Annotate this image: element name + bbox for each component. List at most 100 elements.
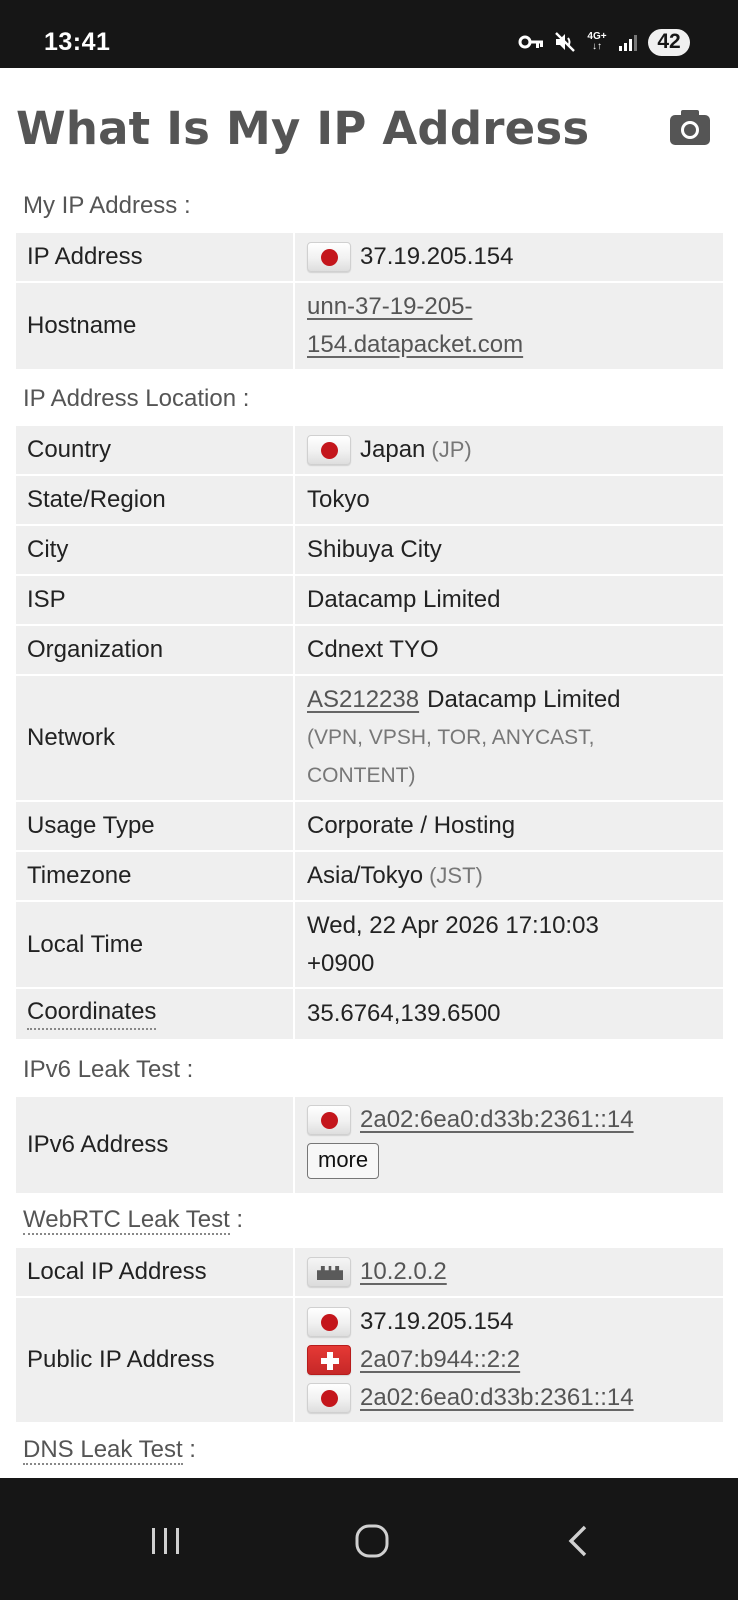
isp-value: Datacamp Limited <box>307 586 501 613</box>
row-key: Network <box>16 676 293 800</box>
hostname-link[interactable]: unn-37-19-205- <box>307 293 472 321</box>
ipv6-table: IPv6 Address 2a02:6ea0:d33b:2361::14 mor… <box>16 1097 723 1193</box>
japan-flag-icon <box>307 242 351 272</box>
table-row-hostname: Hostname unn-37-19-205- 154.datapacket.c… <box>16 283 723 369</box>
local-ip-link[interactable]: 10.2.0.2 <box>360 1258 447 1286</box>
ip-address-value: 37.19.205.154 <box>360 243 514 270</box>
row-key: Organization <box>16 626 293 674</box>
hostname-link-continued[interactable]: 154.datapacket.com <box>307 331 523 359</box>
row-value: Shibuya City <box>295 526 723 574</box>
row-key: State/Region <box>16 476 293 524</box>
coordinates-key[interactable]: Coordinates <box>27 998 157 1030</box>
table-row-usage-type: Usage Type Corporate / Hosting <box>16 802 723 852</box>
table-row-coordinates: Coordinates 35.6764,139.6500 <box>16 989 723 1039</box>
home-icon[interactable] <box>342 1516 402 1566</box>
country-code: (JP) <box>431 437 472 462</box>
table-row-country: Country Japan (JP) <box>16 426 723 476</box>
japan-flag-icon <box>307 1307 351 1337</box>
asn-link[interactable]: AS212238 <box>307 686 419 714</box>
row-key: City <box>16 526 293 574</box>
state-value: Tokyo <box>307 486 370 513</box>
row-value: unn-37-19-205- 154.datapacket.com <box>295 283 723 369</box>
row-key: IP Address <box>16 233 293 281</box>
more-button[interactable]: more <box>307 1143 380 1179</box>
dns-leak-colon: : <box>182 1436 196 1463</box>
navigation-bar <box>0 1478 738 1600</box>
recent-apps-icon[interactable] <box>136 1516 196 1566</box>
table-row-ipv6-address: IPv6 Address 2a02:6ea0:d33b:2361::14 mor… <box>16 1097 723 1193</box>
network-tags-continued: CONTENT) <box>307 764 416 787</box>
asn-name: Datacamp Limited <box>427 686 621 713</box>
row-key: Timezone <box>16 852 293 900</box>
webrtc-leak-colon: : <box>229 1206 244 1233</box>
back-icon[interactable] <box>548 1516 608 1566</box>
row-key: Usage Type <box>16 802 293 850</box>
timezone-value: Asia/Tokyo <box>307 862 424 889</box>
table-row-city: City Shibuya City <box>16 526 723 576</box>
row-value: Wed, 22 Apr 2026 17:10:03 +0900 <box>295 902 723 987</box>
row-value: Asia/Tokyo (JST) <box>295 852 723 900</box>
data-arrows: ↓↑ <box>592 41 602 52</box>
public-ipv6-link[interactable]: 2a07:b944::2:2 <box>360 1346 520 1374</box>
section-webrtc-leak: WebRTC Leak Test : <box>23 1206 244 1235</box>
table-row-local-ip: Local IP Address 10.2.0.2 <box>16 1248 723 1298</box>
section-dns-leak: DNS Leak Test : <box>23 1436 196 1465</box>
signal-icon <box>619 35 637 51</box>
section-my-ip: My IP Address : <box>23 192 191 219</box>
dns-leak-label[interactable]: DNS Leak Test <box>23 1436 183 1465</box>
organization-value: Cdnext TYO <box>307 636 439 663</box>
public-ipv6-link[interactable]: 2a02:6ea0:d33b:2361::14 <box>360 1384 634 1412</box>
row-value: Japan (JP) <box>295 426 723 474</box>
vpn-key-icon <box>518 35 543 49</box>
row-value: Tokyo <box>295 476 723 524</box>
local-time-value: Wed, 22 Apr 2026 17:10:03 <box>307 911 599 939</box>
row-key: IPv6 Address <box>16 1097 293 1193</box>
location-table: Country Japan (JP) State/Region Tokyo Ci… <box>16 426 723 1039</box>
my-ip-table: IP Address 37.19.205.154 Hostname unn-37… <box>16 233 723 369</box>
row-key: Hostname <box>16 283 293 369</box>
webrtc-table: Local IP Address 10.2.0.2 Public IP Addr… <box>16 1248 723 1422</box>
city-value: Shibuya City <box>307 536 442 563</box>
status-time: 13:41 <box>44 28 111 56</box>
table-row-state: State/Region Tokyo <box>16 476 723 526</box>
mute-icon <box>555 32 575 52</box>
table-row-isp: ISP Datacamp Limited <box>16 576 723 626</box>
row-value: AS212238 Datacamp Limited (VPN, VPSH, TO… <box>295 676 723 800</box>
table-row-organization: Organization Cdnext TYO <box>16 626 723 676</box>
battery-icon: 42 <box>648 28 690 56</box>
status-bar: 13:41 4G+ ↓↑ 42 <box>0 0 738 68</box>
japan-flag-icon <box>307 1383 351 1413</box>
row-key: Local IP Address <box>16 1248 293 1296</box>
country-value: Japan <box>360 436 426 463</box>
network-port-icon <box>307 1257 351 1287</box>
webrtc-leak-label[interactable]: WebRTC Leak Test <box>23 1206 230 1235</box>
row-value: 2a02:6ea0:d33b:2361::14 more <box>295 1097 723 1193</box>
row-key: Coordinates <box>16 989 293 1039</box>
public-ip-value: 37.19.205.154 <box>360 1308 514 1335</box>
row-key: ISP <box>16 576 293 624</box>
row-value: 35.6764,139.6500 <box>295 989 723 1039</box>
switzerland-flag-icon <box>307 1345 351 1375</box>
row-value: 10.2.0.2 <box>295 1248 723 1296</box>
japan-flag-icon <box>307 1105 351 1135</box>
ipv6-address-link[interactable]: 2a02:6ea0:d33b:2361::14 <box>360 1106 634 1134</box>
network-tags: (VPN, VPSH, TOR, ANYCAST, <box>307 726 595 749</box>
coordinates-value: 35.6764,139.6500 <box>307 1000 501 1027</box>
row-key: Local Time <box>16 902 293 987</box>
page-title: What Is My IP Address <box>16 102 590 155</box>
japan-flag-icon <box>307 435 351 465</box>
row-value: Cdnext TYO <box>295 626 723 674</box>
table-row-ip-address: IP Address 37.19.205.154 <box>16 233 723 283</box>
section-location: IP Address Location : <box>23 385 250 412</box>
table-row-local-time: Local Time Wed, 22 Apr 2026 17:10:03 +09… <box>16 902 723 989</box>
row-key: Country <box>16 426 293 474</box>
section-ipv6-leak: IPv6 Leak Test : <box>23 1056 194 1083</box>
row-value: Datacamp Limited <box>295 576 723 624</box>
row-value: 37.19.205.154 2a07:b944::2:2 2a02:6ea0:d… <box>295 1298 723 1422</box>
local-time-offset: +0900 <box>307 949 375 977</box>
row-value: Corporate / Hosting <box>295 802 723 850</box>
network-type-icon: 4G+ ↓↑ <box>586 32 608 52</box>
row-value: 37.19.205.154 <box>295 233 723 281</box>
table-row-public-ip: Public IP Address 37.19.205.154 2a07:b94… <box>16 1298 723 1422</box>
camera-icon[interactable] <box>669 108 711 146</box>
